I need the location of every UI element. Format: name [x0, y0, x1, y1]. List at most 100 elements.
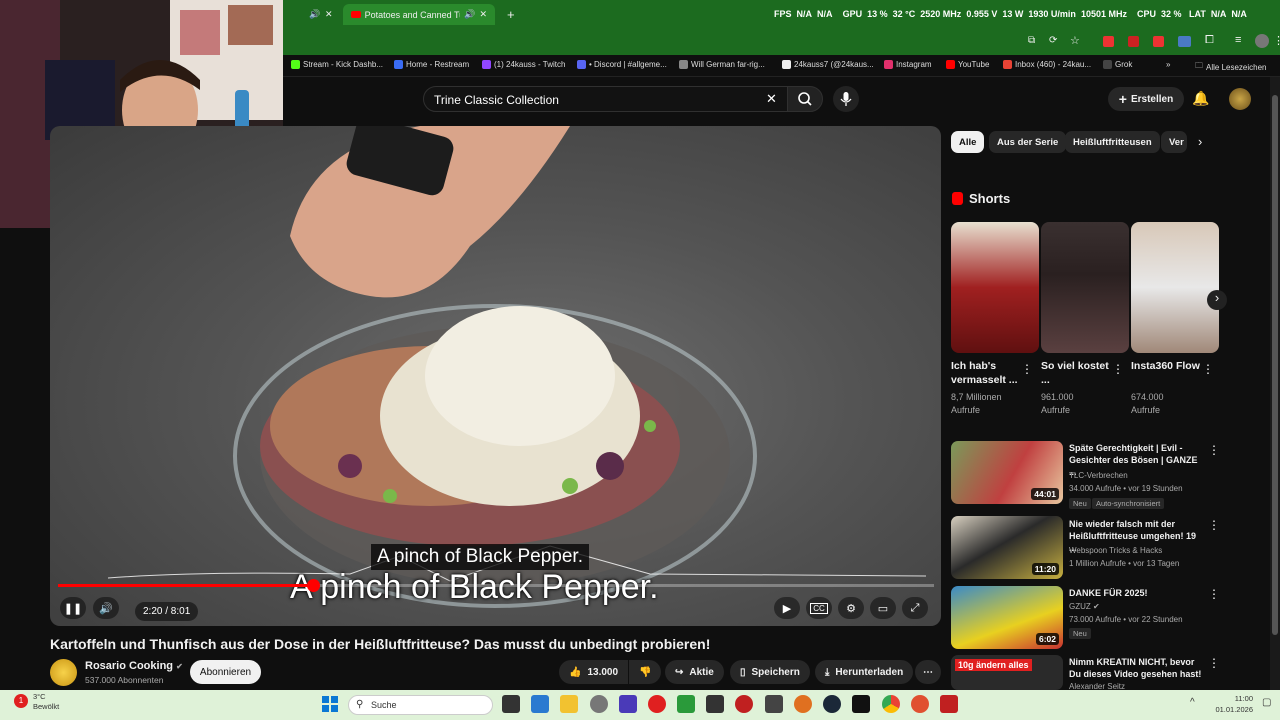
chip-all[interactable]: Alle — [951, 131, 985, 153]
more-actions-button[interactable]: ⋯ — [915, 660, 941, 684]
channel-avatar[interactable] — [50, 659, 77, 686]
bookmark-star-icon[interactable]: ☆ — [1070, 34, 1080, 47]
account-avatar[interactable] — [1229, 88, 1251, 110]
notifications-icon[interactable]: ▢ — [1262, 697, 1271, 708]
chips-next-icon[interactable]: › — [1198, 134, 1202, 149]
mouse-app-icon[interactable] — [590, 695, 608, 713]
short-menu-icon[interactable]: ⋮ — [1021, 362, 1033, 376]
extension-red-icon[interactable] — [1103, 36, 1114, 47]
stream-app-icon[interactable] — [706, 695, 724, 713]
chip-airfryer[interactable]: Heißluftfritteusen — [1065, 131, 1160, 153]
steam-icon[interactable] — [823, 695, 841, 713]
tab-close-icon[interactable]: ✕ — [479, 9, 487, 20]
short-title[interactable]: Insta360 Flow — [1131, 359, 1201, 373]
short-title[interactable]: Ich hab's vermasselt ... — [951, 359, 1021, 387]
recommendation-thumbnail[interactable]: 10g ändern alles — [951, 655, 1063, 690]
short-menu-icon[interactable]: ⋮ — [1202, 362, 1214, 376]
short-thumbnail[interactable] — [951, 222, 1039, 353]
clear-search-icon[interactable]: ✕ — [766, 91, 777, 107]
bookmark-item[interactable]: Will German far-rig... — [679, 60, 765, 69]
extension-record-icon[interactable] — [1153, 36, 1164, 47]
theater-mode-button[interactable]: ▭ — [870, 597, 896, 619]
recommendation-channel[interactable]: Webspoon Tricks & Hacks — [1069, 546, 1162, 555]
like-button[interactable]: 👍 13.000 — [559, 660, 628, 684]
recommendation-menu-icon[interactable]: ⋮ — [1208, 656, 1220, 670]
extensions-puzzle-icon[interactable]: ⧠ — [1205, 34, 1214, 47]
recommendation-thumbnail[interactable]: 11:20 — [951, 516, 1063, 579]
short-menu-icon[interactable]: ⋮ — [1112, 362, 1124, 376]
extension-youtube-icon[interactable] — [1128, 36, 1139, 47]
search-input[interactable]: Trine Classic Collection ✕ — [423, 86, 788, 112]
tray-overflow-icon[interactable]: ^ — [1190, 697, 1195, 708]
recommendation-channel[interactable]: TLC-Verbrechen — [1069, 471, 1128, 480]
bookmarks-overflow-icon[interactable]: » — [1166, 60, 1170, 69]
screen-capture-icon[interactable]: ⟳ — [1049, 35, 1057, 46]
short-thumbnail[interactable] — [1131, 222, 1219, 353]
chip-series[interactable]: Aus der Serie — [989, 131, 1067, 153]
share-button[interactable]: ↪ Aktie — [665, 660, 724, 684]
all-bookmarks[interactable]: 🗀 Alle Lesezeichen — [1195, 60, 1266, 74]
settings-button[interactable]: ⚙ — [838, 597, 864, 619]
weather-alert-icon[interactable]: 1 — [14, 694, 28, 708]
progress-scrubber[interactable] — [306, 579, 320, 592]
file-explorer-icon[interactable] — [560, 695, 578, 713]
create-button[interactable]: + Erstellen — [1108, 87, 1184, 111]
subscribe-button[interactable]: Abonnieren — [190, 660, 261, 684]
shorts-next-icon[interactable]: › — [1207, 290, 1227, 310]
recommendation-thumbnail[interactable]: 44:01 — [951, 441, 1063, 504]
recommendation-menu-icon[interactable]: ⋮ — [1208, 518, 1220, 532]
notifications-bell-icon[interactable]: 🔔 — [1192, 90, 1209, 107]
recommendation-menu-icon[interactable]: ⋮ — [1208, 443, 1220, 457]
translate-icon[interactable]: ⧉ — [1028, 35, 1035, 46]
app-icon[interactable] — [765, 695, 783, 713]
profile-avatar-icon[interactable] — [1255, 34, 1269, 48]
chrome-icon[interactable] — [882, 695, 900, 713]
save-button[interactable]: ▯ Speichern — [730, 660, 810, 684]
close-tab-icon[interactable]: ✕ — [325, 4, 333, 25]
weather-widget[interactable]: 3°C Bewölkt — [33, 692, 59, 712]
progress-bar[interactable] — [58, 579, 934, 592]
record-app-icon[interactable] — [735, 695, 753, 713]
chip-more[interactable]: Ver — [1161, 131, 1187, 153]
epic-games-icon[interactable] — [852, 695, 870, 713]
bookmark-item[interactable]: Instagram — [884, 60, 932, 69]
recommendation-thumbnail[interactable]: 6:02 — [951, 586, 1063, 649]
recommendation-title[interactable]: DANKE FÜR 2025! — [1069, 587, 1204, 599]
browser-menu-icon[interactable]: ⋮ — [1273, 34, 1280, 47]
mute-icon[interactable]: 🔊 — [309, 4, 320, 25]
windows-start-icon[interactable] — [322, 696, 338, 717]
search-button[interactable] — [787, 86, 823, 112]
recommendation-channel[interactable]: GZUZ ✔ — [1069, 602, 1100, 611]
app-icon[interactable] — [940, 695, 958, 713]
calculator-icon[interactable] — [531, 695, 549, 713]
captions-button[interactable]: CC — [806, 597, 832, 619]
recommendation-title[interactable]: Nimm KREATIN NICHT, bevor Du dieses Vide… — [1069, 656, 1204, 680]
pause-button[interactable]: ❚❚ — [60, 597, 86, 619]
short-thumbnail[interactable] — [1041, 222, 1129, 353]
opera-icon[interactable] — [911, 695, 929, 713]
bookmark-item[interactable]: YouTube — [946, 60, 989, 69]
bookmark-item[interactable]: Grok — [1103, 60, 1132, 69]
task-view-icon[interactable] — [502, 695, 520, 713]
recommendation-channel[interactable]: Alexander Seitz — [1069, 682, 1125, 690]
media-control-icon[interactable]: ≡ — [1235, 34, 1241, 46]
v-app-icon[interactable] — [619, 695, 637, 713]
channel-name[interactable]: Rosario Cooking ✔ — [85, 660, 183, 672]
dislike-button[interactable]: 👎 — [629, 660, 661, 684]
fullscreen-button[interactable]: ⤢ — [902, 597, 928, 619]
scrollbar-thumb[interactable] — [1272, 95, 1278, 635]
short-title[interactable]: So viel kostet ... — [1041, 359, 1111, 387]
extension-calendar-icon[interactable] — [1178, 36, 1191, 47]
bookmark-item[interactable]: Home - Restream — [394, 60, 469, 69]
bookmark-item[interactable]: • Discord | #allgeme... — [577, 60, 667, 69]
bookmark-item[interactable]: (1) 24kauss - Twitch — [482, 60, 565, 69]
bookmark-item[interactable]: Inbox (460) - 24kau... — [1003, 60, 1091, 69]
tab-potatoes[interactable]: Potatoes and Canned Tuna 🔊 ✕ — [343, 4, 495, 25]
bookmark-item[interactable]: Stream - Kick Dashb... — [291, 60, 383, 69]
tab-audio-icon[interactable]: 🔊 — [464, 9, 475, 20]
volume-button[interactable]: 🔊 — [93, 597, 119, 619]
bookmark-item[interactable]: 24kauss7 (@24kaus... — [782, 60, 874, 69]
new-tab-button[interactable]: + — [507, 4, 515, 25]
firefox-icon[interactable] — [794, 695, 812, 713]
voice-search-button[interactable] — [833, 86, 859, 112]
